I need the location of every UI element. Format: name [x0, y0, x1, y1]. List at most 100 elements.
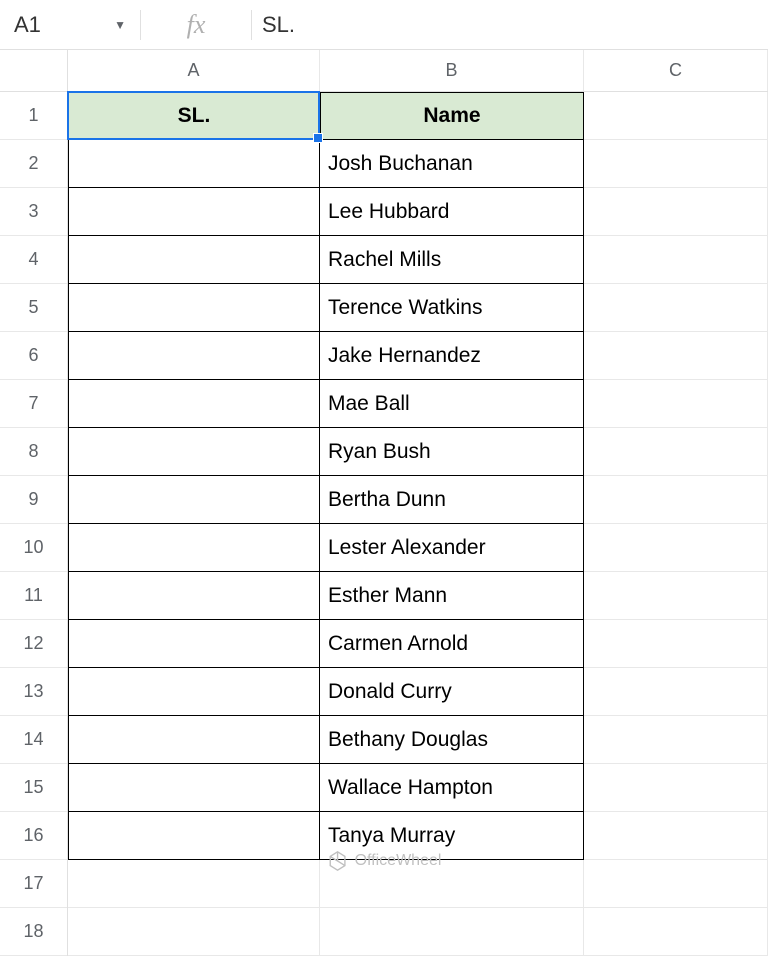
- column-header-c[interactable]: C: [584, 50, 768, 91]
- select-all-corner[interactable]: [0, 50, 67, 92]
- cell[interactable]: [68, 908, 320, 956]
- cell[interactable]: [584, 476, 768, 524]
- cell[interactable]: [584, 92, 768, 140]
- table-row: Bethany Douglas: [68, 716, 768, 764]
- cell[interactable]: Lester Alexander: [320, 524, 584, 572]
- row-header[interactable]: 13: [0, 668, 67, 716]
- cell[interactable]: [584, 140, 768, 188]
- name-box[interactable]: A1 ▼: [0, 0, 140, 49]
- column-header-a[interactable]: A: [68, 50, 320, 91]
- cell[interactable]: [584, 236, 768, 284]
- cell[interactable]: [68, 476, 320, 524]
- cell[interactable]: [68, 332, 320, 380]
- cell[interactable]: [584, 332, 768, 380]
- row-header[interactable]: 11: [0, 572, 67, 620]
- cell[interactable]: [320, 908, 584, 956]
- cell[interactable]: Donald Curry: [320, 668, 584, 716]
- row-header[interactable]: 1: [0, 92, 67, 140]
- fx-label: fx: [141, 10, 251, 40]
- cell[interactable]: [584, 620, 768, 668]
- cell[interactable]: Bethany Douglas: [320, 716, 584, 764]
- row-header[interactable]: 14: [0, 716, 67, 764]
- cell[interactable]: Josh Buchanan: [320, 140, 584, 188]
- cell[interactable]: Mae Ball: [320, 380, 584, 428]
- formula-bar: A1 ▼ fx: [0, 0, 768, 50]
- table-row: Donald Curry: [68, 668, 768, 716]
- cell[interactable]: Carmen Arnold: [320, 620, 584, 668]
- cell[interactable]: [68, 572, 320, 620]
- cell[interactable]: [584, 572, 768, 620]
- sheet-area: 1 2 3 4 5 6 7 8 9 10 11 12 13 14 15 16 1…: [0, 50, 768, 956]
- cell[interactable]: [584, 860, 768, 908]
- cell[interactable]: [68, 188, 320, 236]
- chevron-down-icon[interactable]: ▼: [114, 18, 126, 32]
- row-header[interactable]: 6: [0, 332, 67, 380]
- table-row: Mae Ball: [68, 380, 768, 428]
- cell[interactable]: [584, 812, 768, 860]
- watermark-text: OfficeWheel: [355, 852, 442, 870]
- cell[interactable]: [584, 284, 768, 332]
- name-box-value: A1: [14, 12, 41, 38]
- row-header[interactable]: 9: [0, 476, 67, 524]
- table-row: Wallace Hampton: [68, 764, 768, 812]
- table-row: Lester Alexander: [68, 524, 768, 572]
- row-header[interactable]: 10: [0, 524, 67, 572]
- row-header[interactable]: 16: [0, 812, 67, 860]
- cell[interactable]: [68, 668, 320, 716]
- row-header[interactable]: 3: [0, 188, 67, 236]
- cell[interactable]: [584, 524, 768, 572]
- cell[interactable]: [584, 380, 768, 428]
- column-headers: A B C: [68, 50, 768, 92]
- cell[interactable]: Ryan Bush: [320, 428, 584, 476]
- row-header[interactable]: 2: [0, 140, 67, 188]
- row-header[interactable]: 12: [0, 620, 67, 668]
- table-row: Bertha Dunn: [68, 476, 768, 524]
- table-row: Terence Watkins: [68, 284, 768, 332]
- cell[interactable]: [584, 188, 768, 236]
- cell[interactable]: Lee Hubbard: [320, 188, 584, 236]
- table-row: Jake Hernandez: [68, 332, 768, 380]
- table-row: Ryan Bush: [68, 428, 768, 476]
- cell[interactable]: [68, 140, 320, 188]
- cell[interactable]: Rachel Mills: [320, 236, 584, 284]
- cell[interactable]: [68, 380, 320, 428]
- column-header-b[interactable]: B: [320, 50, 584, 91]
- row-headers: 1 2 3 4 5 6 7 8 9 10 11 12 13 14 15 16 1…: [0, 50, 68, 956]
- cell[interactable]: Terence Watkins: [320, 284, 584, 332]
- cell[interactable]: [68, 812, 320, 860]
- row-header[interactable]: 8: [0, 428, 67, 476]
- cell[interactable]: [68, 716, 320, 764]
- formula-input[interactable]: [252, 0, 768, 49]
- table-row: [68, 908, 768, 956]
- row-header[interactable]: 18: [0, 908, 67, 956]
- cell[interactable]: [68, 524, 320, 572]
- cell[interactable]: [68, 860, 320, 908]
- row-header[interactable]: 15: [0, 764, 67, 812]
- row-header[interactable]: 5: [0, 284, 67, 332]
- cell[interactable]: Jake Hernandez: [320, 332, 584, 380]
- cell[interactable]: [584, 668, 768, 716]
- row-header[interactable]: 7: [0, 380, 67, 428]
- cell[interactable]: Esther Mann: [320, 572, 584, 620]
- grid-area: A B C SL. Name Josh Buchanan Lee Hubbard: [68, 50, 768, 956]
- table-row: Carmen Arnold: [68, 620, 768, 668]
- grid-body: SL. Name Josh Buchanan Lee Hubbard Rache…: [68, 92, 768, 956]
- row-header[interactable]: 4: [0, 236, 67, 284]
- cell[interactable]: Bertha Dunn: [320, 476, 584, 524]
- cell[interactable]: Wallace Hampton: [320, 764, 584, 812]
- cell[interactable]: [584, 908, 768, 956]
- cell[interactable]: [68, 428, 320, 476]
- header-cell-name[interactable]: Name: [320, 92, 584, 140]
- watermark: OfficeWheel: [327, 850, 442, 872]
- cell[interactable]: [584, 428, 768, 476]
- cell[interactable]: [68, 620, 320, 668]
- cell[interactable]: [68, 764, 320, 812]
- cell[interactable]: [584, 716, 768, 764]
- cell[interactable]: [584, 764, 768, 812]
- row-header[interactable]: 17: [0, 860, 67, 908]
- cell[interactable]: [68, 284, 320, 332]
- table-row: SL. Name: [68, 92, 768, 140]
- cell[interactable]: [68, 236, 320, 284]
- header-cell-sl[interactable]: SL.: [68, 92, 320, 140]
- table-row: Esther Mann: [68, 572, 768, 620]
